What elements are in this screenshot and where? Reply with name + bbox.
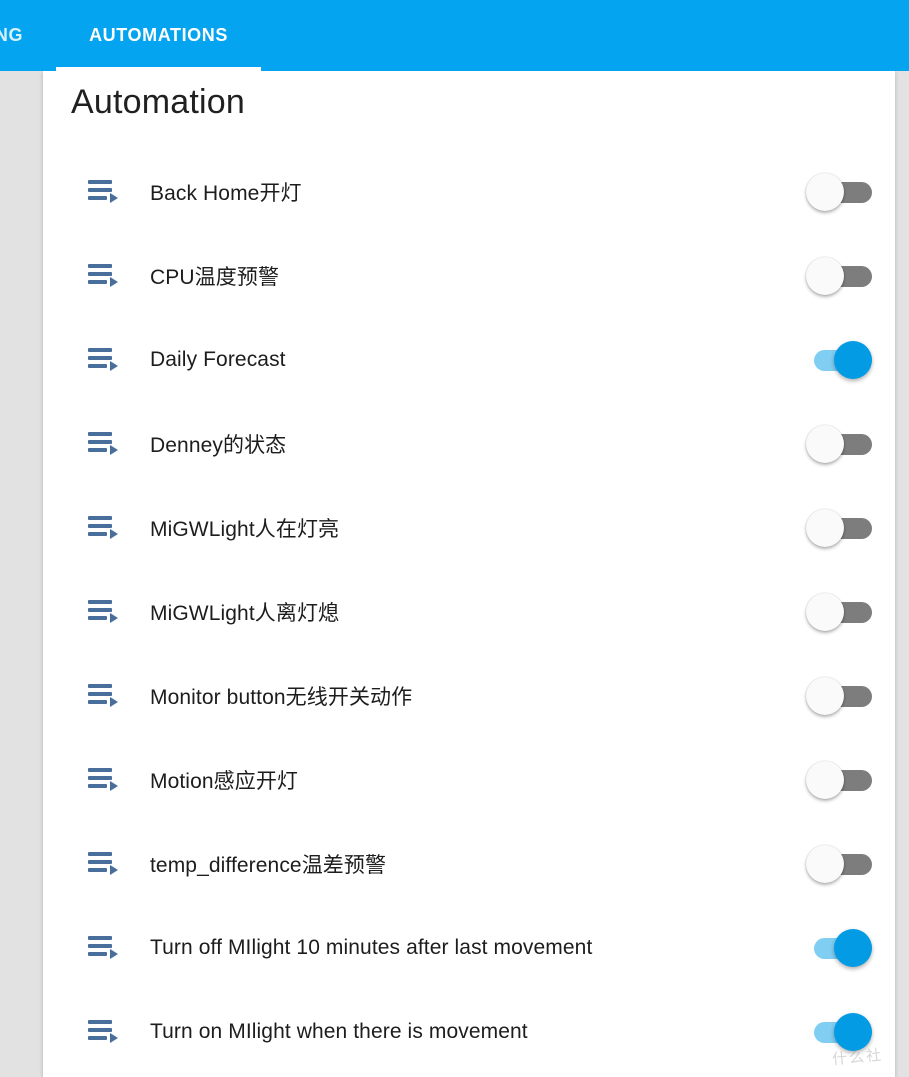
- automation-name: MiGWLight人在灯亮: [150, 518, 340, 541]
- automation-name: Monitor button无线开关动作: [150, 686, 413, 709]
- automation-row[interactable]: MiGWLight人在灯亮: [43, 486, 895, 570]
- toggle-knob: [806, 761, 844, 799]
- toggle-knob: [806, 257, 844, 295]
- automation-toggle[interactable]: [806, 677, 872, 715]
- playlist-play-icon: [88, 599, 118, 625]
- automation-card: Automation Back Home开灯 CPU温度预警 Daily Forec…: [43, 71, 895, 1077]
- automation-name: MiGWLight人离灯熄: [150, 602, 340, 625]
- automation-toggle[interactable]: [806, 761, 872, 799]
- playlist-play-icon: [88, 851, 118, 877]
- automation-list: Back Home开灯 CPU温度预警 Daily Forecast Denney的状…: [43, 150, 895, 1074]
- playlist-play-icon: [88, 179, 118, 205]
- toggle-knob: [806, 509, 844, 547]
- tab-tang[interactable]: TANG: [0, 0, 56, 71]
- toggle-knob: [806, 593, 844, 631]
- automation-toggle[interactable]: [806, 845, 872, 883]
- playlist-play-icon: [88, 683, 118, 709]
- automation-name: Daily Forecast: [150, 348, 286, 371]
- toggle-knob: [806, 677, 844, 715]
- automation-name: Back Home开灯: [150, 182, 302, 205]
- playlist-play-icon: [88, 431, 118, 457]
- automation-toggle[interactable]: [806, 173, 872, 211]
- automation-toggle[interactable]: [806, 593, 872, 631]
- automation-row[interactable]: Motion感应开灯: [43, 738, 895, 822]
- playlist-play-icon: [88, 263, 118, 289]
- toggle-knob: [806, 173, 844, 211]
- automation-toggle[interactable]: [806, 1013, 872, 1051]
- playlist-play-icon: [88, 935, 118, 961]
- toggle-knob: [806, 845, 844, 883]
- automation-row[interactable]: Turn on MIlight when there is movement: [43, 990, 895, 1074]
- automation-row[interactable]: Turn off MIlight 10 minutes after last m…: [43, 906, 895, 990]
- playlist-play-icon: [88, 515, 118, 541]
- page-title: Automation: [71, 83, 245, 121]
- automation-row[interactable]: CPU温度预警: [43, 234, 895, 318]
- automation-name: Turn off MIlight 10 minutes after last m…: [150, 936, 593, 959]
- playlist-play-icon: [88, 347, 118, 373]
- automation-name: Denney的状态: [150, 434, 287, 457]
- automation-toggle[interactable]: [806, 929, 872, 967]
- toggle-knob: [834, 1013, 872, 1051]
- automation-name: CPU温度预警: [150, 266, 280, 289]
- toggle-knob: [834, 341, 872, 379]
- automation-toggle[interactable]: [806, 509, 872, 547]
- tab-automations[interactable]: AUTOMATIONS: [56, 0, 261, 71]
- toggle-knob: [806, 425, 844, 463]
- automation-row[interactable]: Denney的状态: [43, 402, 895, 486]
- automation-toggle[interactable]: [806, 341, 872, 379]
- playlist-play-icon: [88, 1019, 118, 1045]
- automation-row[interactable]: Back Home开灯: [43, 150, 895, 234]
- app-bar: TANGAUTOMATIONS: [0, 0, 909, 71]
- automation-name: Turn on MIlight when there is movement: [150, 1020, 528, 1043]
- automation-row[interactable]: temp_difference温差预警: [43, 822, 895, 906]
- automation-name: Motion感应开灯: [150, 770, 299, 793]
- automation-toggle[interactable]: [806, 425, 872, 463]
- automation-name: temp_difference温差预警: [150, 854, 387, 877]
- automation-row[interactable]: Daily Forecast: [43, 318, 895, 402]
- tab-strip: TANGAUTOMATIONS: [0, 0, 261, 71]
- automation-row[interactable]: MiGWLight人离灯熄: [43, 570, 895, 654]
- automation-row[interactable]: Monitor button无线开关动作: [43, 654, 895, 738]
- automation-toggle[interactable]: [806, 257, 872, 295]
- playlist-play-icon: [88, 767, 118, 793]
- toggle-knob: [834, 929, 872, 967]
